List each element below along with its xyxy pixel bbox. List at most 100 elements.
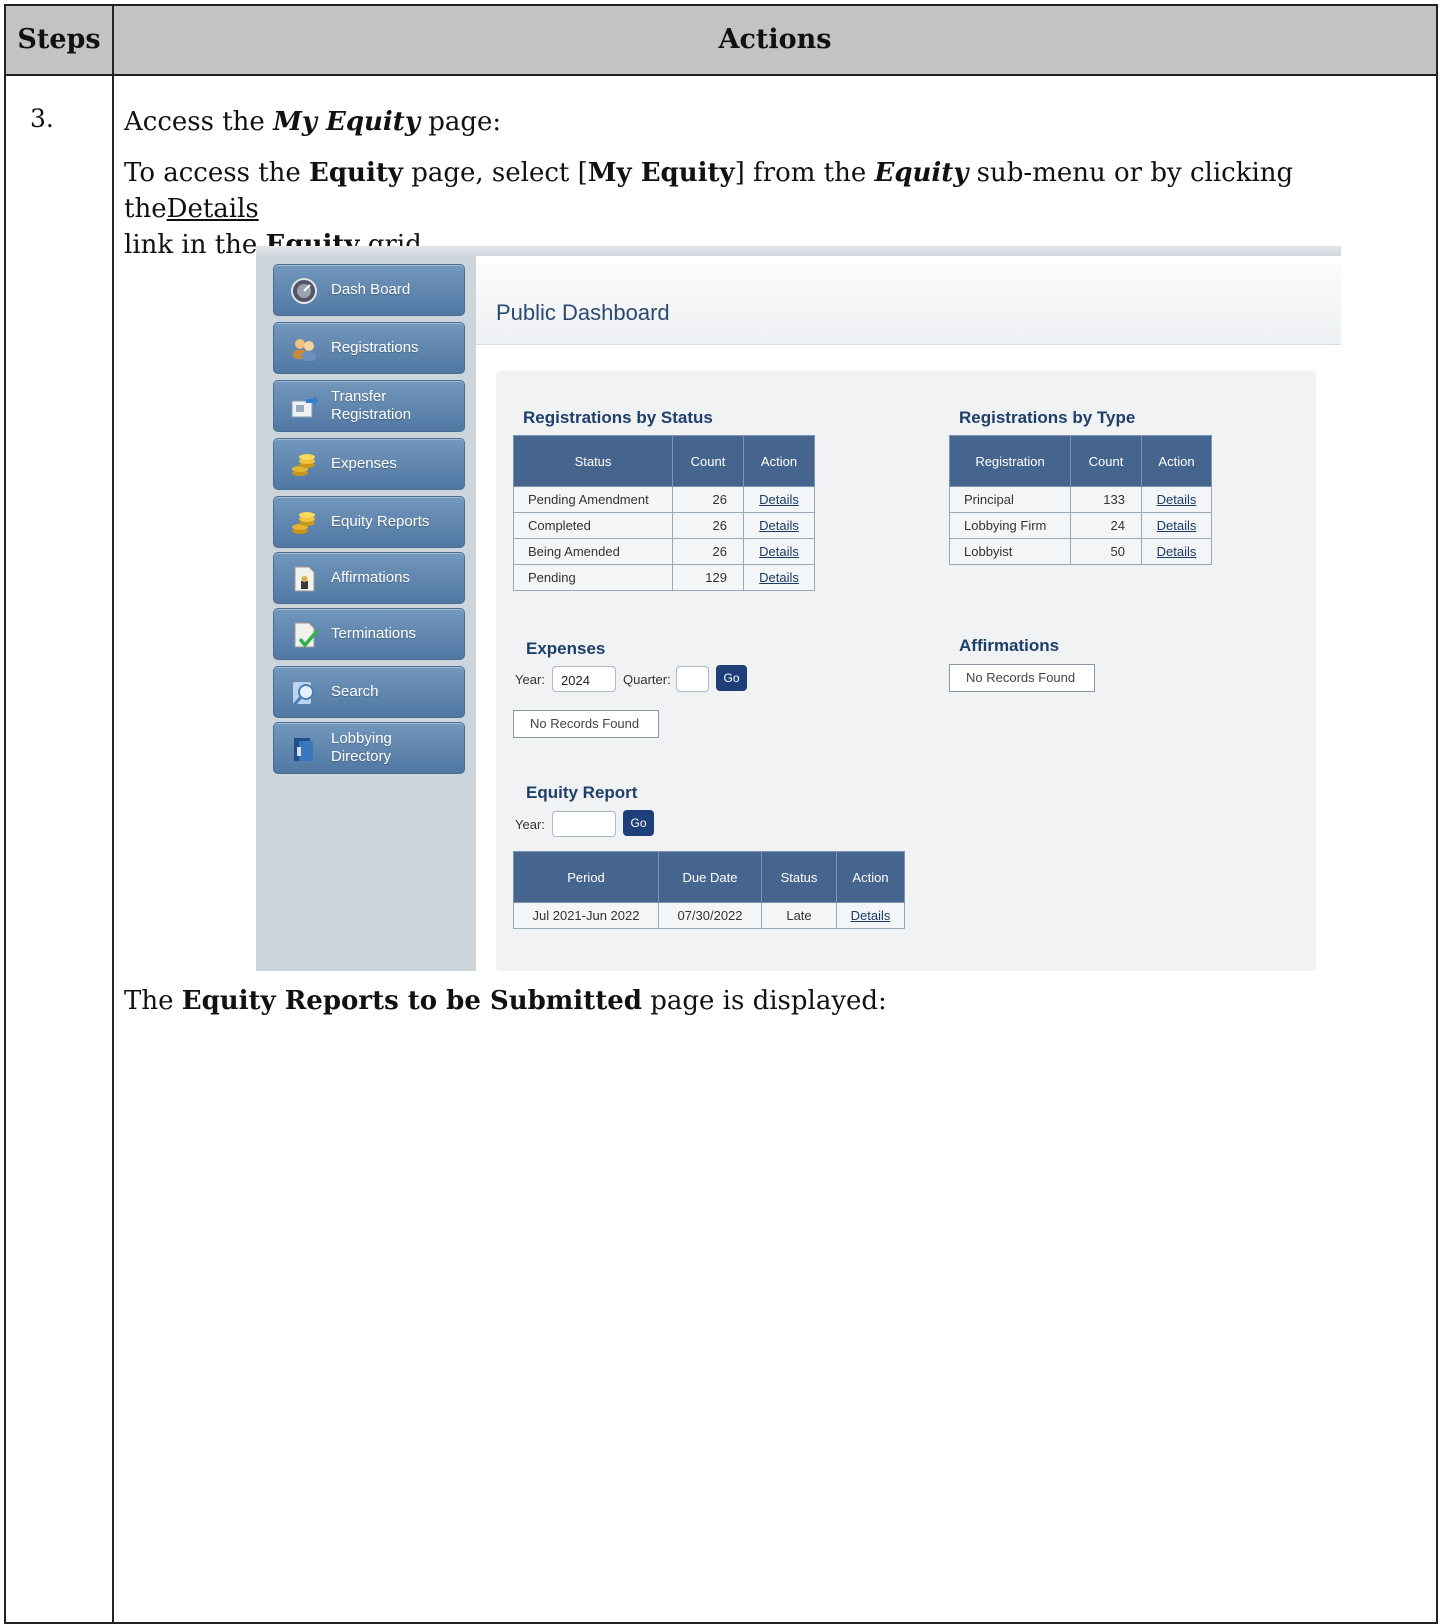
col-header: Count xyxy=(672,435,744,487)
nav-label: Search xyxy=(331,683,379,700)
table-row: Lobbyist 50 Details xyxy=(949,538,1212,565)
expenses-no-records: No Records Found xyxy=(513,710,659,738)
details-link[interactable]: Details xyxy=(1141,512,1212,539)
nav-label: Transfer Registration xyxy=(331,388,412,423)
status-cell: Being Amended xyxy=(513,538,673,565)
nav-transfer-registration[interactable]: Transfer Registration xyxy=(273,380,465,432)
status-cell: Pending Amendment xyxy=(513,486,673,513)
reg-type-table: Registration Count Action Principal 133 … xyxy=(949,435,1212,565)
col-header: Status xyxy=(513,435,673,487)
col-header: Action xyxy=(836,851,905,903)
details-link[interactable]: Details xyxy=(743,564,815,591)
due-date-cell: 07/30/2022 xyxy=(658,902,762,929)
equity-year-input[interactable] xyxy=(552,811,616,837)
nav-lobbying-directory[interactable]: Lobbying Directory xyxy=(273,722,465,774)
details-link[interactable]: Details xyxy=(1141,538,1212,565)
dashboard-icon xyxy=(291,278,317,304)
step-instruction-1: Access the My Equity page: xyxy=(124,107,502,137)
nav-affirmations[interactable]: Affirmations xyxy=(273,552,465,604)
details-link[interactable]: Details xyxy=(743,512,815,539)
status-cell: Late xyxy=(761,902,837,929)
affirmations-no-records: No Records Found xyxy=(949,664,1095,692)
expenses-title: Expenses xyxy=(526,639,606,658)
details-link[interactable]: Details xyxy=(1141,486,1212,513)
steps-header: Steps xyxy=(17,24,101,55)
step-result-text: The Equity Reports to be Submitted page … xyxy=(124,986,887,1016)
dashboard-panel: Registrations by Status Status Count Act… xyxy=(496,371,1316,971)
nav-dash-board[interactable]: Dash Board xyxy=(273,264,465,316)
nav-search[interactable]: Search xyxy=(273,666,465,718)
page-title: Public Dashboard xyxy=(496,300,670,325)
search-icon xyxy=(292,682,314,706)
directory-icon xyxy=(294,738,313,761)
screenshot-top-bar xyxy=(256,246,1341,256)
details-link[interactable]: Details xyxy=(836,902,905,929)
col-header: Action xyxy=(1141,435,1212,487)
col-header: Status xyxy=(761,851,837,903)
checkmark-document-icon xyxy=(294,622,318,648)
nav-label: Registrations xyxy=(331,339,419,356)
type-cell: Principal xyxy=(949,486,1071,513)
table-header-row: Status Count Action xyxy=(513,435,815,487)
expenses-year-input[interactable]: 2024 xyxy=(552,666,616,692)
nav-terminations[interactable]: Terminations xyxy=(273,608,465,660)
details-link-text[interactable]: Details xyxy=(167,194,259,224)
table-header-row: Period Due Date Status Action xyxy=(513,851,905,903)
actions-header: Actions xyxy=(718,24,832,55)
table-header-row: Steps Actions xyxy=(6,6,1436,76)
reg-status-table: Status Count Action Pending Amendment 26… xyxy=(513,435,815,591)
col-header: Action xyxy=(743,435,815,487)
table-header-row: Registration Count Action xyxy=(949,435,1212,487)
dashboard-main: Public Dashboard Registrations by Status… xyxy=(476,256,1341,971)
nav-registrations[interactable]: Registrations xyxy=(273,322,465,374)
transfer-icon xyxy=(291,395,318,418)
col-header: Count xyxy=(1070,435,1142,487)
equity-report-title: Equity Report xyxy=(526,783,638,802)
page-header: Public Dashboard xyxy=(476,264,1341,345)
users-icon xyxy=(293,339,316,361)
step-number: 3. xyxy=(30,104,54,133)
details-link[interactable]: Details xyxy=(743,538,815,565)
status-cell: Completed xyxy=(513,512,673,539)
nav-equity-reports[interactable]: Equity Reports xyxy=(273,496,465,548)
table-row: Jul 2021-Jun 2022 07/30/2022 Late Detail… xyxy=(513,902,905,929)
col-header: Due Date xyxy=(658,851,762,903)
nav-expenses[interactable]: Expenses xyxy=(273,438,465,490)
count-cell: 26 xyxy=(672,512,744,539)
expenses-quarter-label: Quarter: xyxy=(623,672,671,687)
nav-label: Dash Board xyxy=(331,281,411,298)
col-header: Period xyxy=(513,851,659,903)
expenses-quarter-input[interactable] xyxy=(676,666,709,692)
table-row: Being Amended 26 Details xyxy=(513,538,815,565)
side-navigation: Dash Board Registrations Transfer Regist… xyxy=(256,256,476,971)
affirmations-title: Affirmations xyxy=(959,636,1060,655)
dashboard-screenshot: Dash Board Registrations Transfer Regist… xyxy=(256,246,1341,971)
type-cell: Lobbying Firm xyxy=(949,512,1071,539)
reg-status-title: Registrations by Status xyxy=(523,408,713,427)
expenses-year-label: Year: xyxy=(515,672,545,687)
equity-go-button[interactable]: Go xyxy=(623,810,654,836)
table-row: Pending 129 Details xyxy=(513,564,815,591)
count-cell: 50 xyxy=(1070,538,1142,565)
period-cell: Jul 2021-Jun 2022 xyxy=(513,902,659,929)
nav-label: Terminations xyxy=(331,625,417,642)
table-row: Pending Amendment 26 Details xyxy=(513,486,815,513)
count-cell: 26 xyxy=(672,486,744,513)
document-icon xyxy=(294,566,315,592)
table-row: Principal 133 Details xyxy=(949,486,1212,513)
count-cell: 26 xyxy=(672,538,744,565)
coins-icon xyxy=(292,512,315,534)
nav-label: Affirmations xyxy=(331,569,410,586)
details-link[interactable]: Details xyxy=(743,486,815,513)
expenses-go-button[interactable]: Go xyxy=(716,665,747,691)
table-row: Lobbying Firm 24 Details xyxy=(949,512,1212,539)
nav-label: Expenses xyxy=(331,455,397,472)
table-row: Completed 26 Details xyxy=(513,512,815,539)
nav-label: Lobbying Directory xyxy=(331,730,392,765)
equity-report-table: Period Due Date Status Action Jul 2021-J… xyxy=(513,851,905,929)
count-cell: 129 xyxy=(672,564,744,591)
reg-type-title: Registrations by Type xyxy=(959,408,1136,427)
count-cell: 133 xyxy=(1070,486,1142,513)
coins-icon xyxy=(292,454,315,476)
column-divider xyxy=(112,6,114,1622)
